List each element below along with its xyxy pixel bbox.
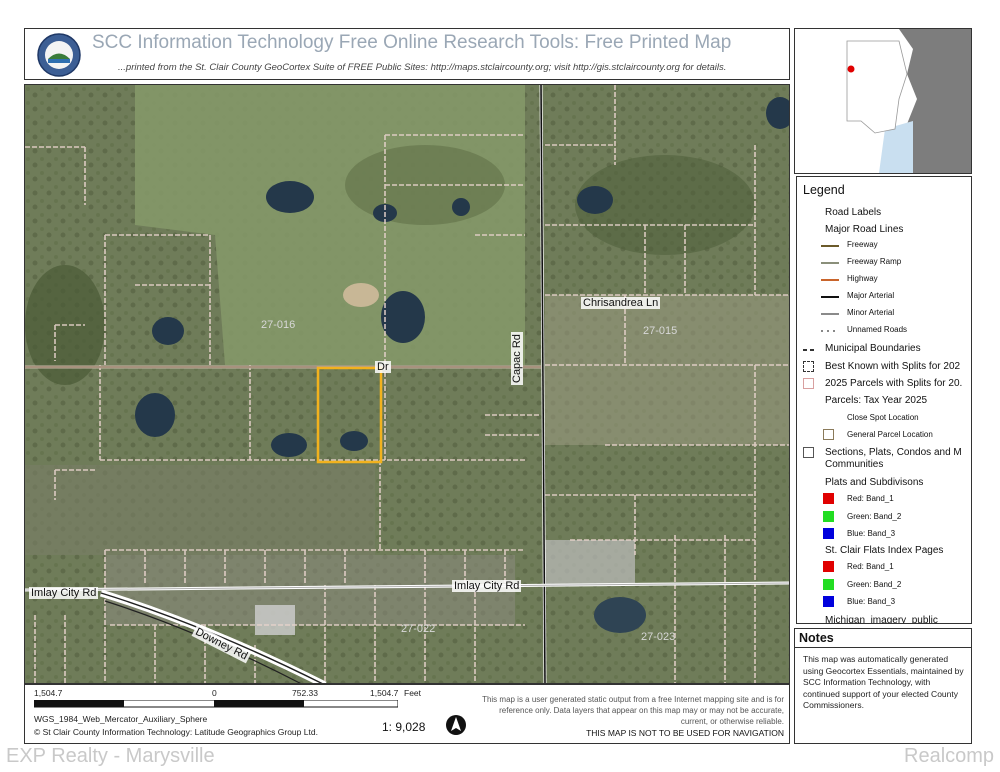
legend-flats-band-green: Green: Band_2 (847, 580, 902, 589)
section-label: 27-016 (261, 319, 296, 331)
freeway-ramp-line-icon (821, 262, 839, 264)
legend-parcels-2025: 2025 Parcels with Splits for 20. (825, 378, 963, 389)
legend-michigan-imagery: Michigan_imagery_public (825, 615, 938, 624)
freeway-line-icon (821, 245, 839, 247)
green-band-swatch-icon (823, 511, 834, 522)
blue-band-swatch-icon (823, 528, 834, 539)
green-band-swatch-icon (823, 579, 834, 590)
unnamed-roads-line-icon (821, 330, 839, 332)
red-band-swatch-icon (823, 493, 834, 504)
map-legend: Legend Road Labels Major Road Lines Free… (796, 176, 972, 624)
minor-arterial-line-icon (821, 313, 839, 315)
legend-plats-band-green: Green: Band_2 (847, 512, 902, 521)
watermark-right: Realcomp (904, 745, 995, 767)
major-arterial-line-icon (821, 296, 839, 298)
legend-plats-band-blue: Blue: Band_3 (847, 529, 896, 538)
legend-best-known: Best Known with Splits for 202 (825, 361, 961, 372)
notes-panel: Notes This map was automatically generat… (794, 628, 972, 744)
road-label-imlay-city-rd-east: Imlay City Rd (452, 580, 522, 592)
scale-label-mid: 752.33 (292, 688, 318, 698)
aerial-map-view[interactable]: Imlay City Rd Imlay City Rd Downey Rd Ca… (24, 84, 790, 684)
legend-general-parcel: General Parcel Location (847, 430, 933, 439)
highway-line-icon (821, 279, 839, 281)
watermark-left: EXP Realty - Marysville (6, 745, 215, 767)
scale-ratio: 1: 9,028 (382, 720, 426, 734)
map-subtitle: ...printed from the St. Clair County Geo… (118, 62, 727, 73)
copyright-text: © St Clair County Information Technology… (34, 727, 318, 737)
road-label-imlay-city-rd-west: Imlay City Rd (29, 587, 99, 599)
legend-item-highway: Highway (847, 274, 878, 283)
projection-text: WGS_1984_Web_Mercator_Auxiliary_Sphere (34, 714, 208, 724)
legend-item-minor-arterial: Minor Arterial (847, 308, 895, 317)
red-band-swatch-icon (823, 561, 834, 572)
location-marker-icon (847, 65, 855, 73)
notes-text: This map was automatically generated usi… (803, 654, 964, 710)
notes-title: Notes (799, 631, 834, 645)
legend-item-major-arterial: Major Arterial (847, 291, 895, 300)
blue-band-swatch-icon (823, 596, 834, 607)
legend-plats-band-red: Red: Band_1 (847, 494, 894, 503)
legend-flats-band-red: Red: Band_1 (847, 562, 894, 571)
legend-close-spot: Close Spot Location (847, 413, 919, 422)
municipal-boundary-line-icon (803, 349, 817, 351)
section-label: 27-023 (641, 631, 676, 643)
scale-unit: Feet (404, 688, 422, 698)
legend-municipal-boundaries: Municipal Boundaries (825, 343, 921, 354)
overview-inset-map (794, 28, 972, 174)
county-seal-logo (37, 33, 81, 77)
north-arrow-icon (446, 715, 466, 735)
disclaimer-text: This map is a user generated static outp… (482, 695, 784, 726)
navigation-warning: THIS MAP IS NOT TO BE USED FOR NAVIGATIO… (586, 728, 784, 738)
section-label: 27-015 (643, 325, 678, 337)
road-label-capac-rd: Capac Rd (511, 332, 523, 385)
best-known-parcel-icon (803, 361, 814, 372)
section-label: 27-022 (401, 623, 436, 635)
road-label-dr: Dr (375, 361, 391, 373)
general-parcel-location-icon (823, 429, 834, 440)
legend-item-freeway-ramp: Freeway Ramp (847, 257, 902, 266)
parcels-2025-icon (803, 378, 814, 389)
notes-divider (795, 647, 971, 648)
sections-box-icon (803, 447, 814, 458)
road-label-chrisandrea-ln: Chrisandrea Ln (581, 297, 661, 309)
map-title: SCC Information Technology Free Online R… (92, 32, 732, 53)
legend-sections: Sections, Plats, Condos and M Communitie… (825, 447, 962, 470)
scale-label-zero: 0 (212, 688, 217, 698)
aerial-imagery (25, 85, 789, 683)
legend-parcels-tax-year: Parcels: Tax Year 2025 (825, 395, 928, 406)
legend-plats-subdivisions: Plats and Subdivisons (825, 477, 924, 488)
scale-label-left: 1,504.7 (34, 688, 63, 698)
legend-road-labels: Road Labels (825, 207, 882, 218)
legend-flats-band-blue: Blue: Band_3 (847, 597, 896, 606)
scale-label-right: 1,504.7 (370, 688, 399, 698)
legend-item-freeway: Freeway (847, 240, 878, 249)
legend-title: Legend (803, 183, 845, 197)
inset-map-graphic (795, 29, 971, 173)
scale-bar (34, 700, 398, 708)
legend-flats-index: St. Clair Flats Index Pages (825, 545, 944, 556)
legend-major-road-lines: Major Road Lines (825, 224, 904, 235)
legend-item-unnamed-roads: Unnamed Roads (847, 325, 908, 334)
